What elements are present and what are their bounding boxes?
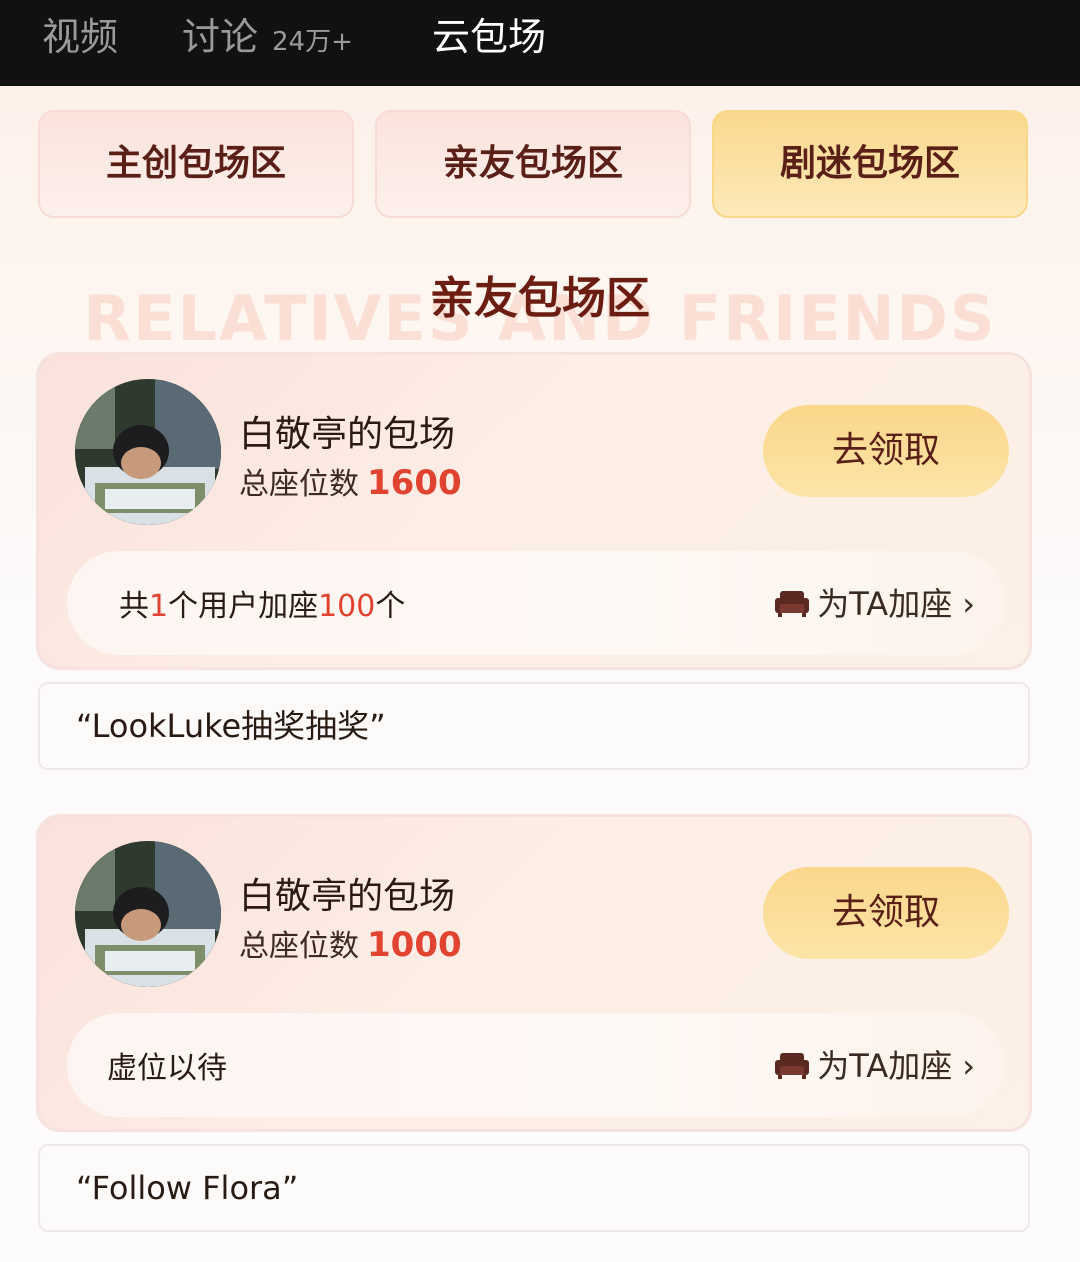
zone-creators-button[interactable]: 主创包场区	[38, 110, 354, 218]
added-seats-prefix: 共	[119, 589, 149, 624]
owner-name: 白敬亭的包场	[239, 876, 456, 917]
sofa-icon	[775, 591, 810, 617]
vacancy-text: 虚位以待	[107, 1051, 227, 1086]
add-seat-label: 为TA加座	[817, 1047, 953, 1085]
added-users-count: 1	[149, 589, 169, 624]
tab-video[interactable]: 视频	[42, 12, 118, 62]
zone-fans-button[interactable]: 剧迷包场区	[712, 110, 1028, 218]
tab-cloud-screening-label: 云包场	[432, 15, 547, 59]
sofa-icon	[775, 1053, 810, 1079]
avatar-photo	[75, 379, 221, 525]
info-bar: 共1个用户加座100个 为TA加座 ›	[67, 551, 1005, 655]
screening-card: 白敬亭的包场 总座位数 1000 去领取 虚位以待 为TA加座 ›	[36, 814, 1032, 1132]
add-seat-link[interactable]: 为TA加座 ›	[775, 1041, 975, 1087]
screening-card: 白敬亭的包场 总座位数 1600 去领取 共1个用户加座100个 为TA加座 ›	[36, 352, 1032, 670]
seat-count-line: 总座位数 1600	[239, 459, 462, 503]
message-box: “LookLuke抽奖抽奖”	[38, 682, 1030, 770]
added-seats-text: 共1个用户加座100个	[119, 581, 405, 625]
avatar-photo	[75, 841, 221, 987]
chevron-right-icon: ›	[962, 585, 975, 623]
claim-button[interactable]: 去领取	[763, 405, 1009, 497]
seat-count-value: 1000	[367, 925, 462, 965]
info-bar: 虚位以待 为TA加座 ›	[67, 1013, 1005, 1117]
seat-count-label: 总座位数	[239, 467, 359, 502]
zone-friends-button[interactable]: 亲友包场区	[375, 110, 691, 218]
owner-name: 白敬亭的包场	[239, 414, 456, 455]
add-seat-label: 为TA加座	[817, 585, 953, 623]
seat-count-line: 总座位数 1000	[239, 921, 462, 965]
discussion-count: 24万+	[272, 27, 353, 57]
claim-button[interactable]: 去领取	[763, 867, 1009, 959]
section-title: 亲友包场区	[430, 273, 650, 324]
seat-count-value: 1600	[367, 463, 462, 503]
chevron-right-icon: ›	[962, 1047, 975, 1085]
added-seats-suffix: 个	[375, 589, 406, 624]
added-seats-count: 100	[318, 589, 376, 624]
tab-video-label: 视频	[42, 15, 119, 59]
add-seat-link[interactable]: 为TA加座 ›	[775, 579, 975, 625]
top-tab-bar: 视频 讨论 24万+ 云包场	[0, 0, 1080, 86]
message-box: “Follow Flora”	[38, 1144, 1030, 1232]
added-seats-middle: 个用户加座	[168, 589, 319, 624]
avatar[interactable]	[75, 841, 221, 987]
tab-cloud-screening[interactable]: 云包场	[432, 12, 546, 62]
tab-discussion-label: 讨论	[182, 15, 259, 59]
tab-discussion[interactable]: 讨论 24万+	[182, 12, 353, 62]
seat-count-label: 总座位数	[239, 929, 359, 964]
avatar[interactable]	[75, 379, 221, 525]
